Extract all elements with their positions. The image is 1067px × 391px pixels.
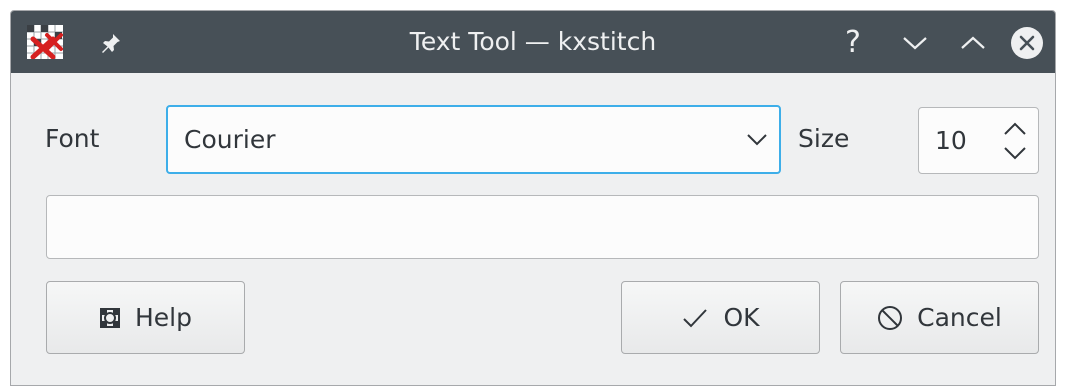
close-button[interactable]	[1009, 25, 1045, 61]
minimize-button[interactable]	[897, 25, 933, 61]
font-combobox-value: Courier	[184, 125, 276, 154]
maximize-button[interactable]	[955, 25, 991, 61]
kxstitch-app-icon[interactable]	[27, 25, 63, 59]
help-button[interactable]: Help	[46, 281, 245, 354]
size-spinbox-value: 10	[935, 126, 967, 155]
help-lifebuoy-icon	[100, 307, 120, 328]
cancel-button[interactable]: Cancel	[840, 281, 1039, 354]
font-combobox[interactable]: Courier	[166, 105, 781, 174]
chevron-down-icon	[903, 37, 927, 50]
help-button-label: Help	[135, 303, 192, 332]
spin-up-down-icon[interactable]	[1002, 120, 1028, 162]
cancel-prohibited-icon	[878, 305, 903, 330]
title-bar[interactable]: Text Tool — kxstitch ?	[11, 11, 1055, 73]
chevron-up-icon	[961, 36, 985, 49]
size-label: Size	[798, 124, 850, 153]
titlebar-help-button[interactable]: ?	[835, 25, 871, 61]
text-input[interactable]	[46, 195, 1039, 259]
help-question-icon: ?	[845, 25, 861, 60]
checkmark-icon	[683, 308, 708, 327]
chevron-down-icon	[747, 134, 767, 146]
close-circle-icon	[1011, 27, 1043, 59]
size-spinbox[interactable]: 10	[918, 107, 1039, 174]
pin-icon[interactable]	[99, 31, 123, 55]
dialog-window: Text Tool — kxstitch ? Font Courier Size…	[10, 10, 1056, 386]
font-label: Font	[45, 124, 100, 153]
ok-button[interactable]: OK	[621, 281, 820, 354]
cancel-button-label: Cancel	[917, 303, 1002, 332]
ok-button-label: OK	[723, 303, 760, 332]
